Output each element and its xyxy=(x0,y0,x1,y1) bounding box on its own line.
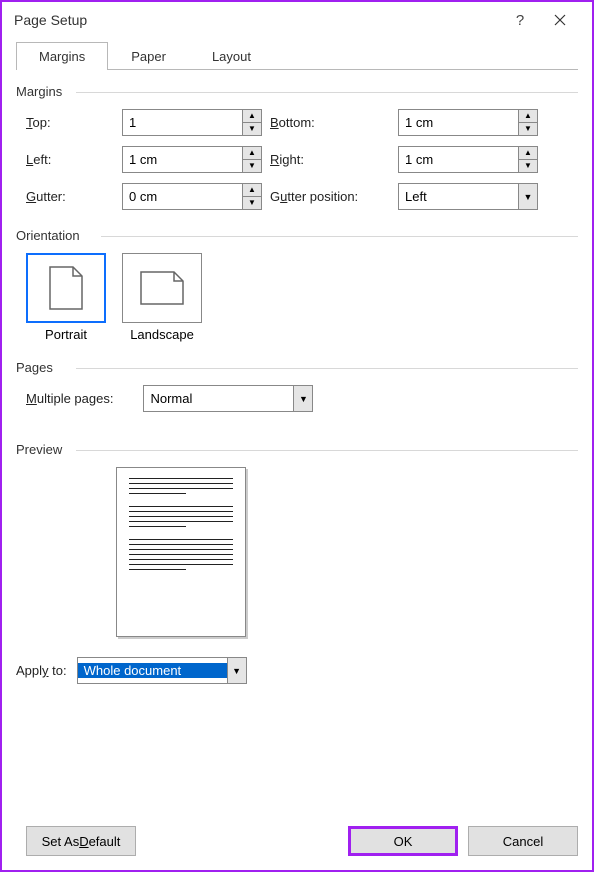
gutter-pos-select[interactable]: Left ▼ xyxy=(398,183,538,210)
gutter-label: Gutter: xyxy=(26,189,114,204)
top-spinner[interactable]: ▲▼ xyxy=(122,109,262,136)
multiple-pages-select[interactable]: Normal ▼ xyxy=(143,385,313,412)
bottom-up[interactable]: ▲ xyxy=(519,110,537,123)
bottom-label: Bottom: xyxy=(270,115,390,130)
right-up[interactable]: ▲ xyxy=(519,147,537,160)
group-orientation: Orientation xyxy=(16,228,578,243)
tab-layout[interactable]: Layout xyxy=(189,42,274,70)
tab-bar: Margins Paper Layout xyxy=(16,42,578,70)
pages-row: Multiple pages: Normal ▼ xyxy=(26,385,578,412)
multiple-pages-chevron-icon[interactable]: ▼ xyxy=(293,386,312,411)
left-spinner[interactable]: ▲▼ xyxy=(122,146,262,173)
apply-to-select[interactable]: Whole document ▼ xyxy=(77,657,247,684)
gutter-spinner[interactable]: ▲▼ xyxy=(122,183,262,210)
top-down[interactable]: ▼ xyxy=(243,123,261,135)
apply-to-chevron-icon[interactable]: ▼ xyxy=(227,658,246,683)
gutter-input[interactable] xyxy=(123,184,242,209)
top-input[interactable] xyxy=(123,110,242,135)
right-spinner[interactable]: ▲▼ xyxy=(398,146,538,173)
tab-paper[interactable]: Paper xyxy=(108,42,189,70)
orientation-portrait[interactable] xyxy=(26,253,106,323)
right-label: Right: xyxy=(270,152,390,167)
bottom-spinner[interactable]: ▲▼ xyxy=(398,109,538,136)
orientation-landscape[interactable] xyxy=(122,253,202,323)
right-down[interactable]: ▼ xyxy=(519,160,537,172)
help-button[interactable]: ? xyxy=(500,5,540,35)
multiple-pages-value: Normal xyxy=(144,391,293,406)
gutter-pos-value: Left xyxy=(399,189,518,204)
group-preview: Preview xyxy=(16,442,578,457)
orientation-row: Portrait Landscape xyxy=(26,253,578,342)
apply-row: Apply to: Whole document ▼ xyxy=(16,657,578,684)
tab-paper-label: Paper xyxy=(131,49,166,64)
cancel-button[interactable]: Cancel xyxy=(468,826,578,856)
apply-to-value: Whole document xyxy=(78,663,227,678)
landscape-icon xyxy=(140,271,184,305)
tab-margins-label: Margins xyxy=(39,49,85,64)
left-up[interactable]: ▲ xyxy=(243,147,261,160)
set-as-default-button[interactable]: Set As Default xyxy=(26,826,136,856)
footer: Set As Default OK Cancel xyxy=(16,826,578,856)
left-label: Left: xyxy=(26,152,114,167)
bottom-down[interactable]: ▼ xyxy=(519,123,537,135)
portrait-label: Portrait xyxy=(26,327,106,342)
portrait-icon xyxy=(49,266,83,310)
ok-button[interactable]: OK xyxy=(348,826,458,856)
tab-layout-label: Layout xyxy=(212,49,251,64)
left-input[interactable] xyxy=(123,147,242,172)
title-bar: Page Setup ? xyxy=(2,2,592,38)
apply-to-label: Apply to: xyxy=(16,663,67,678)
preview-page xyxy=(116,467,246,637)
close-button[interactable] xyxy=(540,5,580,35)
gutter-pos-label: Gutter position: xyxy=(270,189,390,204)
tab-margins[interactable]: Margins xyxy=(16,42,108,70)
gutter-pos-chevron-icon[interactable]: ▼ xyxy=(518,184,537,209)
window-title: Page Setup xyxy=(14,12,87,28)
bottom-input[interactable] xyxy=(399,110,518,135)
landscape-label: Landscape xyxy=(122,327,202,342)
close-icon xyxy=(554,14,566,26)
gutter-down[interactable]: ▼ xyxy=(243,197,261,209)
cancel-label: Cancel xyxy=(503,834,543,849)
group-margins: Margins xyxy=(16,84,578,99)
top-up[interactable]: ▲ xyxy=(243,110,261,123)
top-label: Top: xyxy=(26,115,114,130)
margins-grid: Top: ▲▼ Bottom: ▲▼ Left: ▲▼ Right: ▲▼ Gu… xyxy=(26,109,578,210)
multiple-pages-label: Multiple pages: xyxy=(26,391,113,406)
gutter-up[interactable]: ▲ xyxy=(243,184,261,197)
ok-label: OK xyxy=(394,834,413,849)
right-input[interactable] xyxy=(399,147,518,172)
left-down[interactable]: ▼ xyxy=(243,160,261,172)
group-pages: Pages xyxy=(16,360,578,375)
